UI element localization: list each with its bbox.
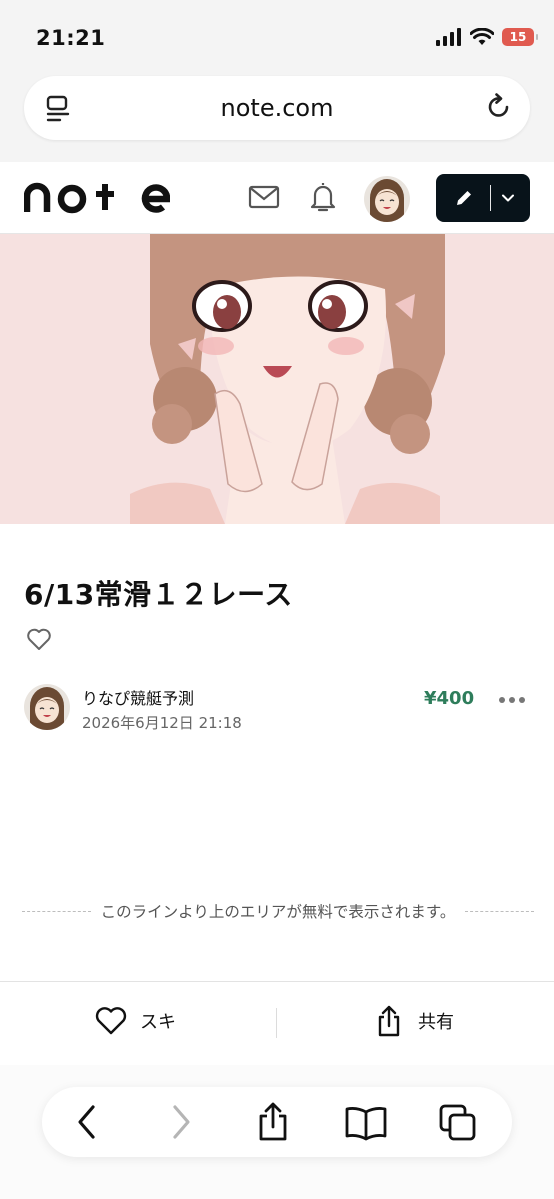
author-avatar[interactable] xyxy=(24,684,70,730)
signal-icon xyxy=(436,28,461,46)
battery-indicator: 15 xyxy=(502,28,538,46)
reload-icon[interactable] xyxy=(484,92,514,122)
chevron-down-icon[interactable] xyxy=(501,193,515,203)
note-logo[interactable] xyxy=(24,176,170,216)
mail-icon[interactable] xyxy=(248,184,280,210)
heart-icon xyxy=(95,1007,127,1035)
forward-icon[interactable] xyxy=(166,1103,196,1141)
bookmarks-icon[interactable] xyxy=(344,1105,388,1141)
dashed-divider xyxy=(22,910,91,912)
paywall-notice: このラインより上のエリアが無料で表示されます。 xyxy=(22,900,534,922)
post-button[interactable] xyxy=(436,174,530,222)
price-label: ¥400 xyxy=(424,688,475,709)
heart-icon[interactable] xyxy=(26,627,52,651)
share-button[interactable]: 共有 xyxy=(374,1004,454,1038)
dashed-divider xyxy=(465,910,534,912)
pen-icon xyxy=(457,191,471,205)
author-name[interactable]: りなぴ競艇予測 xyxy=(82,685,194,709)
action-divider xyxy=(276,1008,277,1038)
tabs-icon[interactable] xyxy=(438,1103,478,1143)
share-label: 共有 xyxy=(418,1012,454,1033)
bell-icon[interactable] xyxy=(308,180,338,214)
post-button-divider xyxy=(490,185,491,211)
status-bar: 21:21 15 xyxy=(0,0,554,72)
like-label: スキ xyxy=(140,1012,176,1033)
back-icon[interactable] xyxy=(72,1103,102,1141)
status-indicators: 15 xyxy=(436,28,538,46)
avatar[interactable] xyxy=(364,176,410,222)
wifi-icon xyxy=(470,28,494,45)
url-text[interactable]: note.com xyxy=(24,94,530,122)
post-date: 2026年6月12日 21:18 xyxy=(82,714,242,732)
bottom-toolbar xyxy=(42,1087,512,1157)
paywall-notice-text: このラインより上のエリアが無料で表示されます。 xyxy=(100,903,456,921)
share-icon xyxy=(378,1005,400,1037)
article-title: 6/13常滑１２レース xyxy=(24,578,293,611)
status-time: 21:21 xyxy=(36,26,106,50)
site-header xyxy=(0,162,554,234)
browser-bottom-toolbar xyxy=(0,1065,554,1199)
battery-level: 15 xyxy=(509,30,527,44)
anime-girl-illustration xyxy=(0,234,554,524)
address-bar[interactable]: note.com xyxy=(24,76,530,140)
browser-toolbar: note.com xyxy=(0,72,554,162)
share-icon[interactable] xyxy=(254,1101,292,1143)
like-button[interactable]: スキ xyxy=(94,1006,176,1036)
more-options-icon[interactable] xyxy=(498,690,526,710)
article-hero-image xyxy=(0,234,554,524)
article-action-bar: スキ 共有 xyxy=(0,981,554,1065)
